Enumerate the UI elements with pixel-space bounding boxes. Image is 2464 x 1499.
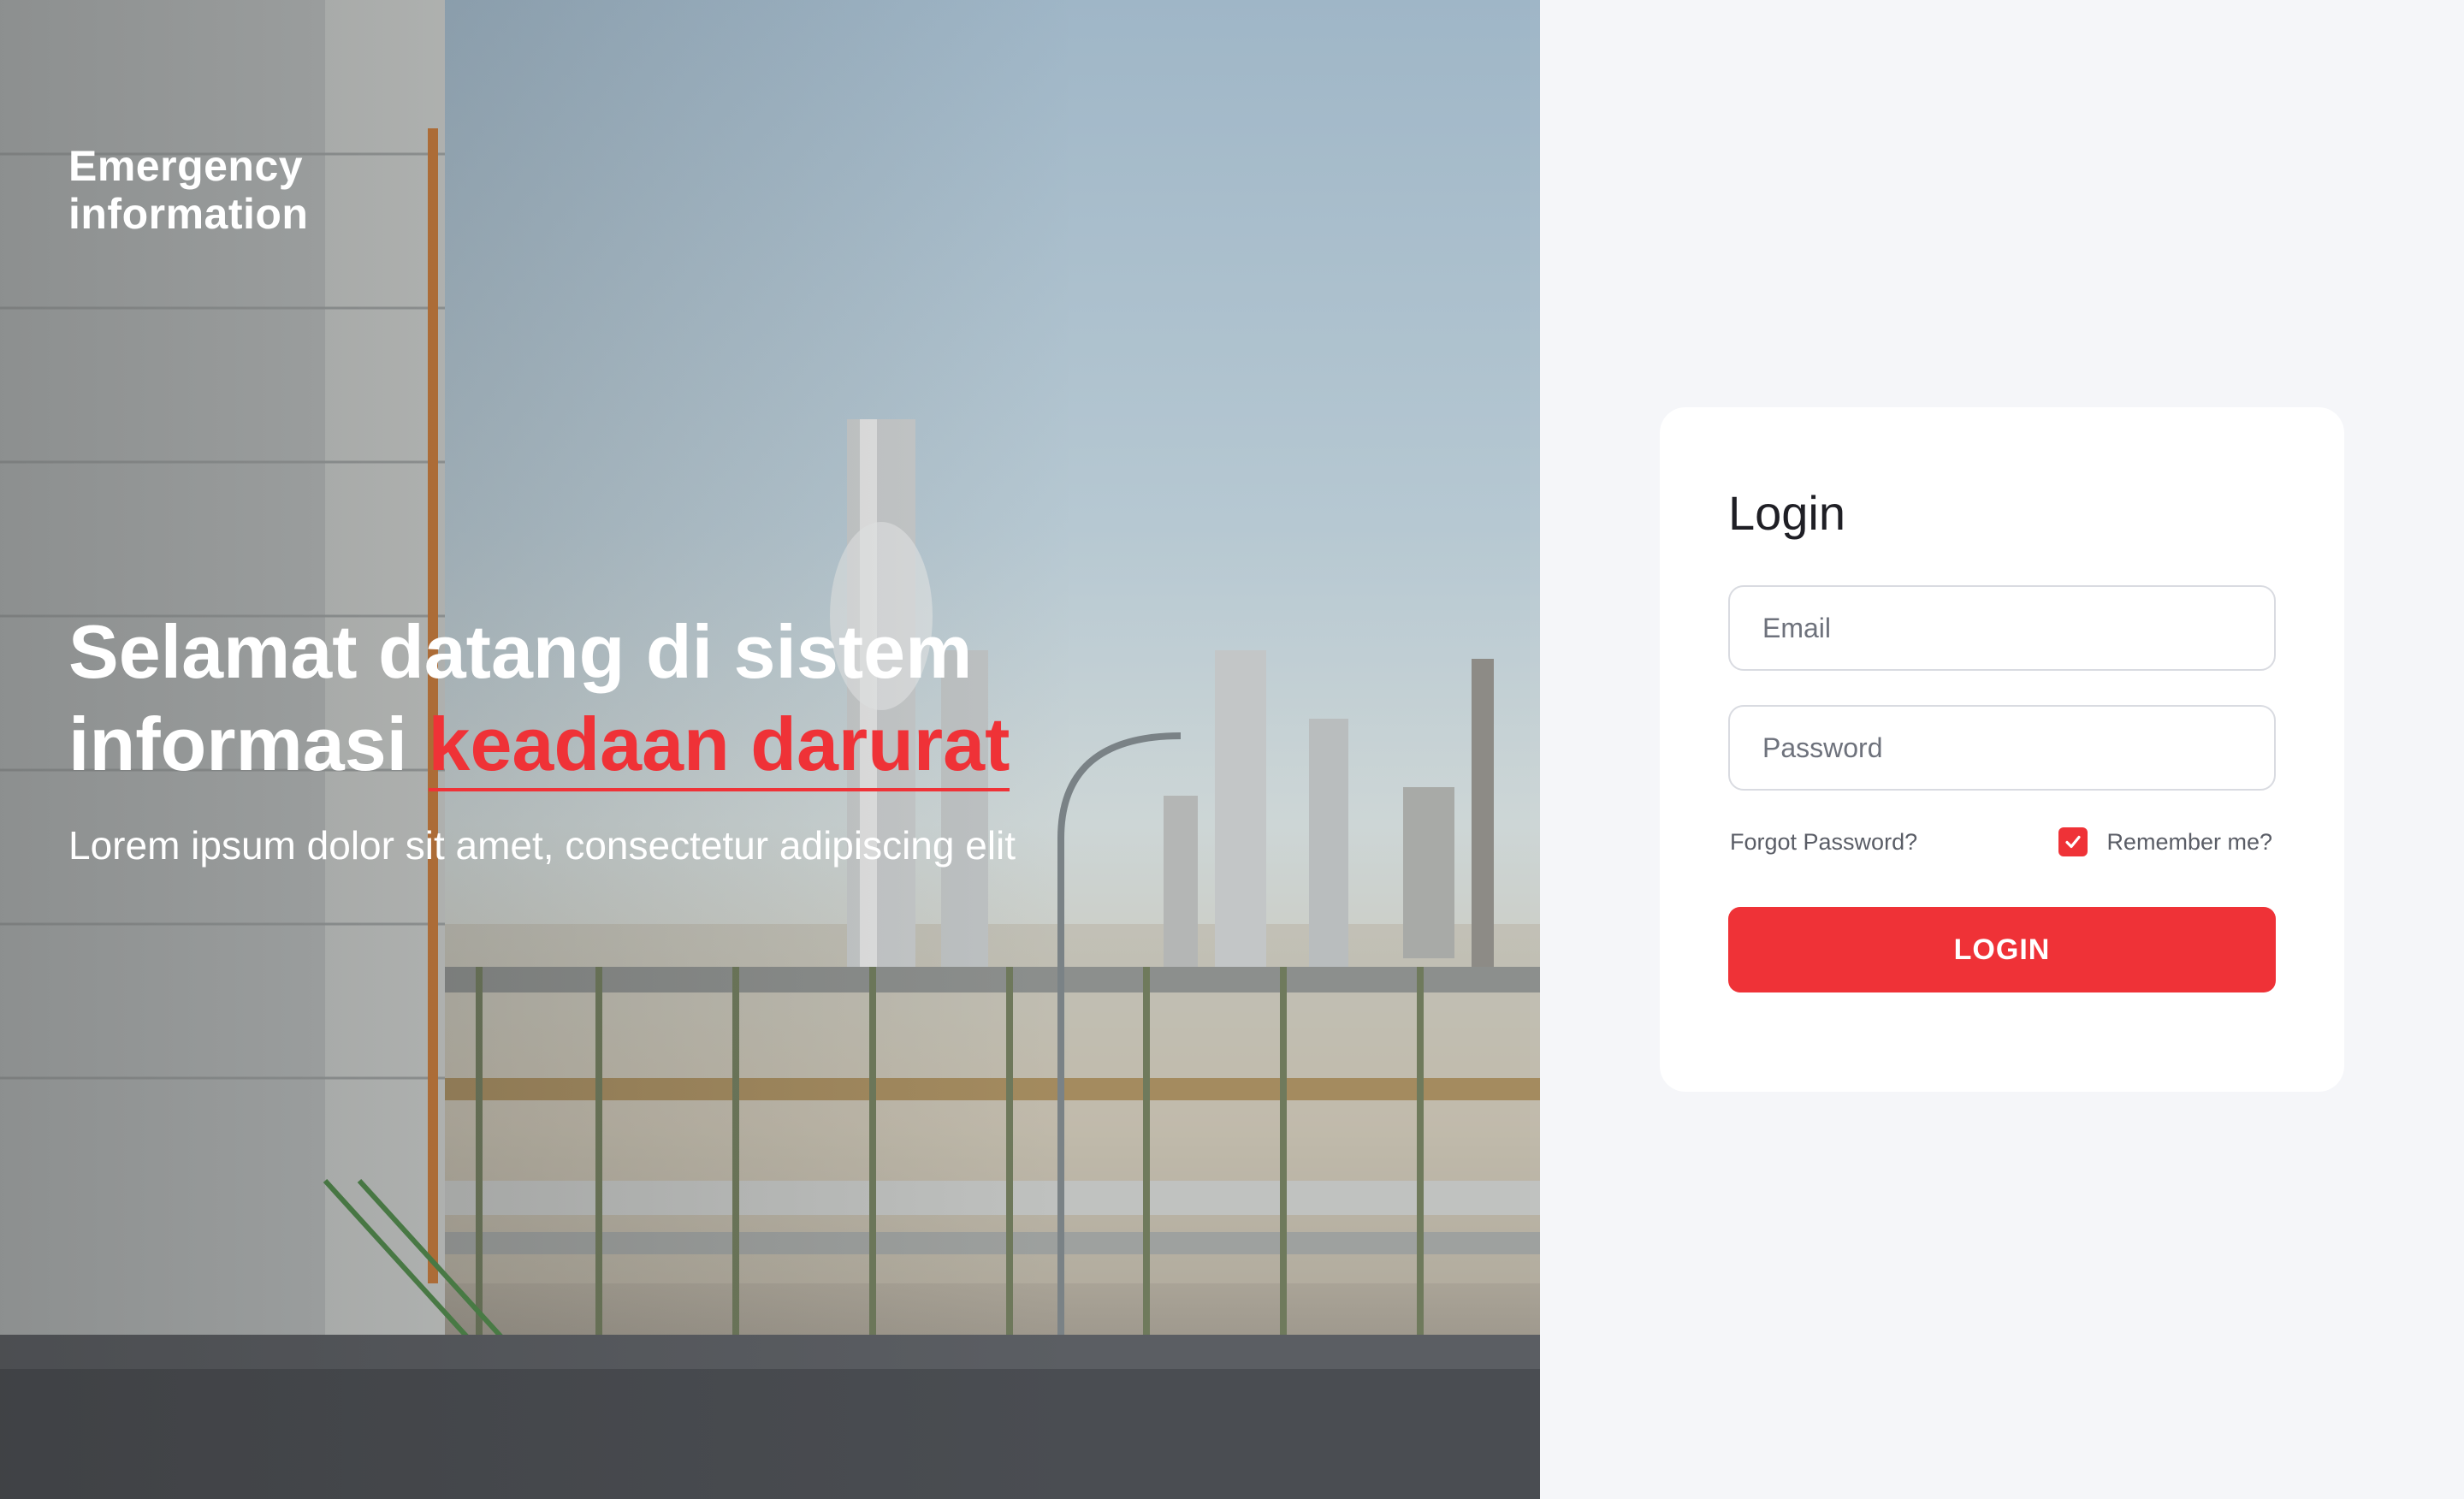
- hero-headline: Selamat datang di sistem informasi keada…: [68, 606, 1352, 791]
- login-card: Login Forgot Password? Remember me? LOGI…: [1660, 407, 2344, 1092]
- login-title: Login: [1728, 486, 1846, 540]
- email-input[interactable]: [1730, 587, 2274, 669]
- headline-prefix: informasi: [68, 702, 429, 786]
- forgot-password-link[interactable]: Forgot Password?: [1730, 825, 1917, 859]
- hero-panel: Emergency information Selamat datang di …: [0, 0, 1540, 1499]
- email-field-wrapper: [1728, 585, 2276, 671]
- brand-logo-text: Emergency information: [68, 142, 411, 238]
- remember-me-checkbox[interactable]: [2058, 827, 2088, 856]
- brand-line-1: Emergency: [68, 142, 304, 190]
- headline-line-2: informasi keadaan darurat: [68, 698, 1352, 791]
- hero-subtitle: Lorem ipsum dolor sit amet, consectetur …: [68, 823, 1016, 868]
- brand-line-2: information: [68, 190, 309, 238]
- check-icon: [2065, 835, 2082, 849]
- headline-line-1: Selamat datang di sistem: [68, 609, 973, 694]
- headline-accent: keadaan darurat: [428, 702, 1010, 791]
- login-button[interactable]: LOGIN: [1728, 907, 2276, 992]
- password-field-wrapper: [1728, 705, 2276, 791]
- remember-me-toggle[interactable]: Remember me?: [2058, 825, 2272, 859]
- password-input[interactable]: [1730, 707, 2274, 789]
- remember-me-label: Remember me?: [2106, 829, 2272, 855]
